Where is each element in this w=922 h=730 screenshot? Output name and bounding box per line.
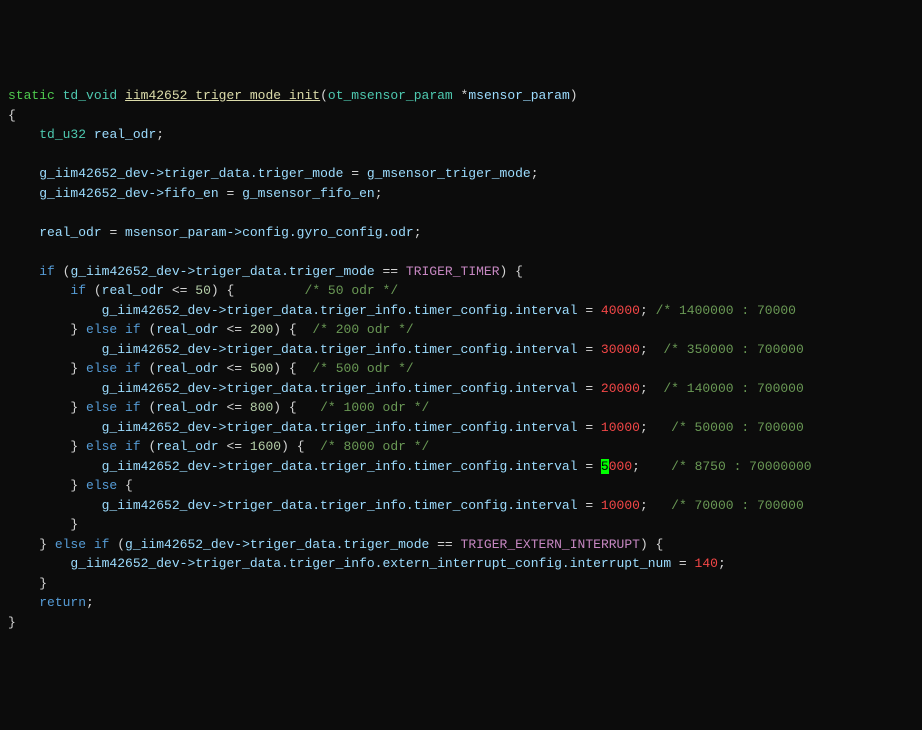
line-16: g_iim42652_dev->triger_data.triger_info.… xyxy=(8,381,804,396)
line-8: real_odr = msensor_param->config.gyro_co… xyxy=(8,225,422,240)
line-28: } xyxy=(8,615,16,630)
line-21: } else { xyxy=(8,478,133,493)
line-3: td_u32 real_odr; xyxy=(8,127,164,142)
line-15: } else if (real_odr <= 500) { /* 500 odr… xyxy=(8,361,414,376)
line-2: { xyxy=(8,108,16,123)
line-1: static td_void iim42652_triger_mode_init… xyxy=(8,88,578,103)
line-22: g_iim42652_dev->triger_data.triger_info.… xyxy=(8,498,804,513)
line-18: g_iim42652_dev->triger_data.triger_info.… xyxy=(8,420,804,435)
line-14: g_iim42652_dev->triger_data.triger_info.… xyxy=(8,342,804,357)
line-5: g_iim42652_dev->triger_data.triger_mode … xyxy=(8,166,539,181)
line-19: } else if (real_odr <= 1600) { /* 8000 o… xyxy=(8,439,429,454)
line-27: return; xyxy=(8,595,94,610)
line-23: } xyxy=(8,517,78,532)
text-cursor: 5 xyxy=(601,459,609,474)
line-26: } xyxy=(8,576,47,591)
line-24: } else if (g_iim42652_dev->triger_data.t… xyxy=(8,537,663,552)
line-12: g_iim42652_dev->triger_data.triger_info.… xyxy=(8,303,796,318)
line-6: g_iim42652_dev->fifo_en = g_msensor_fifo… xyxy=(8,186,383,201)
line-25: g_iim42652_dev->triger_data.triger_info.… xyxy=(8,556,726,571)
line-13: } else if (real_odr <= 200) { /* 200 odr… xyxy=(8,322,414,337)
line-11: if (real_odr <= 50) { /* 50 odr */ xyxy=(8,283,398,298)
function-name: iim42652_triger_mode_init xyxy=(125,88,320,103)
line-10: if (g_iim42652_dev->triger_data.triger_m… xyxy=(8,264,523,279)
code-editor[interactable]: static td_void iim42652_triger_mode_init… xyxy=(8,86,914,632)
line-17: } else if (real_odr <= 800) { /* 1000 od… xyxy=(8,400,429,415)
line-20: g_iim42652_dev->triger_data.triger_info.… xyxy=(8,459,812,474)
